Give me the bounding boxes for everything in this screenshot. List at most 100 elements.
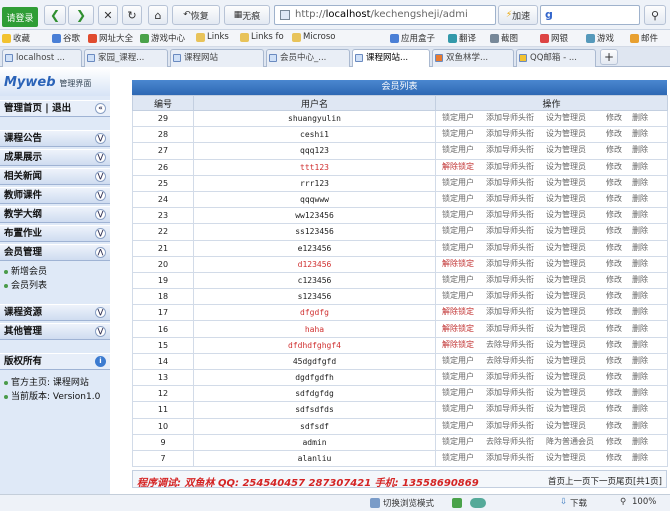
lock-toggle-link[interactable]: 锁定用户 <box>442 371 486 382</box>
edit-link[interactable]: 修改 <box>606 128 632 139</box>
delete-link[interactable]: 删除 <box>632 387 654 398</box>
admin-role-link[interactable]: 设为管理员 <box>546 144 606 155</box>
delete-link[interactable]: 删除 <box>632 420 654 431</box>
menu-other-manage[interactable]: 其他管理 ⋁ <box>0 323 110 340</box>
tab-qq-mail[interactable]: QQ邮箱 - ... <box>516 49 596 67</box>
login-button[interactable]: 请登录 <box>2 7 38 27</box>
lock-toggle-link[interactable]: 锁定用户 <box>442 242 486 253</box>
delete-link[interactable]: 删除 <box>632 225 654 236</box>
edit-link[interactable]: 修改 <box>606 161 632 172</box>
lock-toggle-link[interactable]: 解除锁定 <box>442 258 486 269</box>
delete-link[interactable]: 删除 <box>632 371 654 382</box>
delete-link[interactable]: 删除 <box>632 112 654 123</box>
lock-toggle-link[interactable]: 锁定用户 <box>442 209 486 220</box>
lock-toggle-link[interactable]: 锁定用户 <box>442 403 486 414</box>
mentor-title-link[interactable]: 添加导师头衔 <box>486 258 546 269</box>
bookmark-translate[interactable]: 翻译 <box>448 32 476 44</box>
bookmark-game[interactable]: 游戏 <box>586 32 614 44</box>
admin-role-link[interactable]: 设为管理员 <box>546 290 606 301</box>
delete-link[interactable]: 删除 <box>632 128 654 139</box>
mentor-title-link[interactable]: 添加导师头衔 <box>486 193 546 204</box>
admin-role-link[interactable]: 设为管理员 <box>546 420 606 431</box>
edit-link[interactable]: 修改 <box>606 323 632 334</box>
refresh-button[interactable]: ↻ <box>122 5 142 25</box>
admin-role-link[interactable]: 设为管理员 <box>546 161 606 172</box>
browse-mode-button[interactable]: 切换浏览模式 <box>383 497 434 509</box>
tab-localhost[interactable]: localhost ... <box>2 49 82 67</box>
forward-button[interactable]: ❯ <box>68 5 94 25</box>
mentor-title-link[interactable]: 添加导师头衔 <box>486 112 546 123</box>
mentor-title-link[interactable]: 添加导师头衔 <box>486 290 546 301</box>
bookmark-links[interactable]: Links <box>196 32 229 42</box>
admin-role-link[interactable]: 设为管理员 <box>546 209 606 220</box>
mentor-title-link[interactable]: 添加导师头衔 <box>486 161 546 172</box>
lock-toggle-link[interactable]: 解除锁定 <box>442 323 486 334</box>
edit-link[interactable]: 修改 <box>606 371 632 382</box>
lock-toggle-link[interactable]: 解除锁定 <box>442 161 486 172</box>
edit-link[interactable]: 修改 <box>606 144 632 155</box>
edit-link[interactable]: 修改 <box>606 387 632 398</box>
mentor-title-link[interactable]: 去除导师头衔 <box>486 339 546 350</box>
delete-link[interactable]: 删除 <box>632 403 654 414</box>
edit-link[interactable]: 修改 <box>606 420 632 431</box>
admin-role-link[interactable]: 设为管理员 <box>546 403 606 414</box>
back-button[interactable]: ❮ <box>44 5 66 25</box>
delete-link[interactable]: 删除 <box>632 242 654 253</box>
tab-course-site-active[interactable]: 课程网站... <box>352 49 430 67</box>
mentor-title-link[interactable]: 添加导师头衔 <box>486 128 546 139</box>
admin-role-link[interactable]: 降为普通会员 <box>546 436 606 447</box>
search-button[interactable]: ⚲ <box>644 5 666 25</box>
menu-news[interactable]: 相关新闻 ⋁ <box>0 168 110 185</box>
lock-toggle-link[interactable]: 锁定用户 <box>442 387 486 398</box>
lock-toggle-link[interactable]: 锁定用户 <box>442 452 486 463</box>
delete-link[interactable]: 删除 <box>632 355 654 366</box>
bookmark-mail[interactable]: 邮件 <box>630 32 658 44</box>
bookmark-links-for[interactable]: Links fo <box>240 32 284 42</box>
bookmark-sites[interactable]: 网址大全 <box>88 32 133 44</box>
edit-link[interactable]: 修改 <box>606 112 632 123</box>
delete-link[interactable]: 删除 <box>632 323 654 334</box>
admin-role-link[interactable]: 设为管理员 <box>546 225 606 236</box>
admin-role-link[interactable]: 设为管理员 <box>546 112 606 123</box>
delete-link[interactable]: 删除 <box>632 436 654 447</box>
stop-button[interactable]: ✕ <box>98 5 118 25</box>
bookmark-google[interactable]: 谷歌 <box>52 32 80 44</box>
speed-button[interactable]: ⚡ 加速 <box>498 5 538 25</box>
edit-link[interactable]: 修改 <box>606 193 632 204</box>
sidebar-item-add-member[interactable]: 新增会员 <box>4 264 47 277</box>
admin-role-link[interactable]: 设为管理员 <box>546 258 606 269</box>
delete-link[interactable]: 删除 <box>632 144 654 155</box>
edit-link[interactable]: 修改 <box>606 339 632 350</box>
delete-link[interactable]: 删除 <box>632 209 654 220</box>
edit-link[interactable]: 修改 <box>606 242 632 253</box>
lock-toggle-link[interactable]: 锁定用户 <box>442 290 486 301</box>
admin-role-link[interactable]: 设为管理员 <box>546 177 606 188</box>
zoom-level[interactable]: 100% <box>632 497 656 507</box>
bookmark-favorites[interactable]: 收藏 <box>2 32 30 44</box>
admin-role-link[interactable]: 设为管理员 <box>546 339 606 350</box>
admin-role-link[interactable]: 设为管理员 <box>546 452 606 463</box>
bookmark-microsoft[interactable]: Microso <box>292 32 336 42</box>
delete-link[interactable]: 删除 <box>632 306 654 317</box>
tab-shuangyulin[interactable]: 双鱼林学... <box>432 49 514 67</box>
edit-link[interactable]: 修改 <box>606 177 632 188</box>
mentor-title-link[interactable]: 去除导师头衔 <box>486 355 546 366</box>
lock-toggle-link[interactable]: 锁定用户 <box>442 144 486 155</box>
menu-homework[interactable]: 布置作业 ⋁ <box>0 225 110 242</box>
admin-role-link[interactable]: 设为管理员 <box>546 387 606 398</box>
mentor-title-link[interactable]: 添加导师头衔 <box>486 242 546 253</box>
download-button[interactable]: 下载 <box>570 497 587 509</box>
mentor-title-link[interactable]: 去除导师头衔 <box>486 436 546 447</box>
admin-role-link[interactable]: 设为管理员 <box>546 242 606 253</box>
lock-toggle-link[interactable]: 锁定用户 <box>442 420 486 431</box>
lock-toggle-link[interactable]: 锁定用户 <box>442 128 486 139</box>
tab-home-course[interactable]: 家园_课程... <box>84 49 168 67</box>
lock-toggle-link[interactable]: 锁定用户 <box>442 225 486 236</box>
admin-role-link[interactable]: 设为管理员 <box>546 128 606 139</box>
admin-role-link[interactable]: 设为管理员 <box>546 355 606 366</box>
edit-link[interactable]: 修改 <box>606 403 632 414</box>
lock-toggle-link[interactable]: 锁定用户 <box>442 193 486 204</box>
admin-role-link[interactable]: 设为管理员 <box>546 371 606 382</box>
mentor-title-link[interactable]: 添加导师头衔 <box>486 323 546 334</box>
mentor-title-link[interactable]: 添加导师头衔 <box>486 452 546 463</box>
